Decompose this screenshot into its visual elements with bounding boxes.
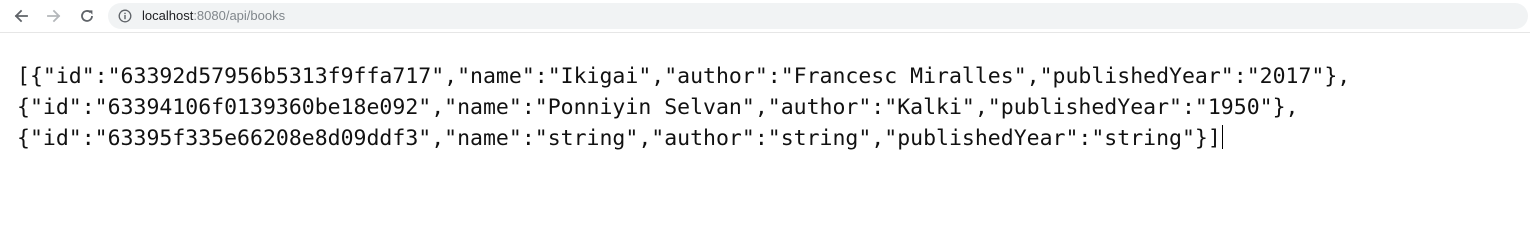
arrow-left-icon — [14, 9, 28, 23]
json-line-3: {"id":"63395f335e66208e8d09ddf3","name":… — [17, 123, 1517, 154]
json-line-3-text: {"id":"63395f335e66208e8d09ddf3","name":… — [17, 126, 1221, 151]
info-icon[interactable] — [118, 9, 132, 23]
url-host: localhost — [142, 8, 194, 23]
forward-button[interactable] — [42, 5, 66, 27]
arrow-right-icon — [47, 9, 61, 23]
text-cursor — [1221, 125, 1223, 149]
address-bar[interactable]: localhost:8080/api/books — [108, 3, 1528, 29]
reload-button[interactable] — [75, 5, 99, 27]
json-line-1: [{"id":"63392d57956b5313f9ffa717","name"… — [17, 64, 1351, 89]
url-path: :8080/api/books — [193, 8, 286, 23]
back-button[interactable] — [9, 5, 33, 27]
address-url[interactable]: localhost:8080/api/books — [142, 8, 285, 24]
browser-toolbar: localhost:8080/api/books — [0, 0, 1530, 33]
reload-icon — [81, 10, 93, 22]
json-line-2: {"id":"63394106f0139360be18e092","name":… — [17, 95, 1299, 120]
json-response: [{"id":"63392d57956b5313f9ffa717","name"… — [17, 61, 1517, 154]
